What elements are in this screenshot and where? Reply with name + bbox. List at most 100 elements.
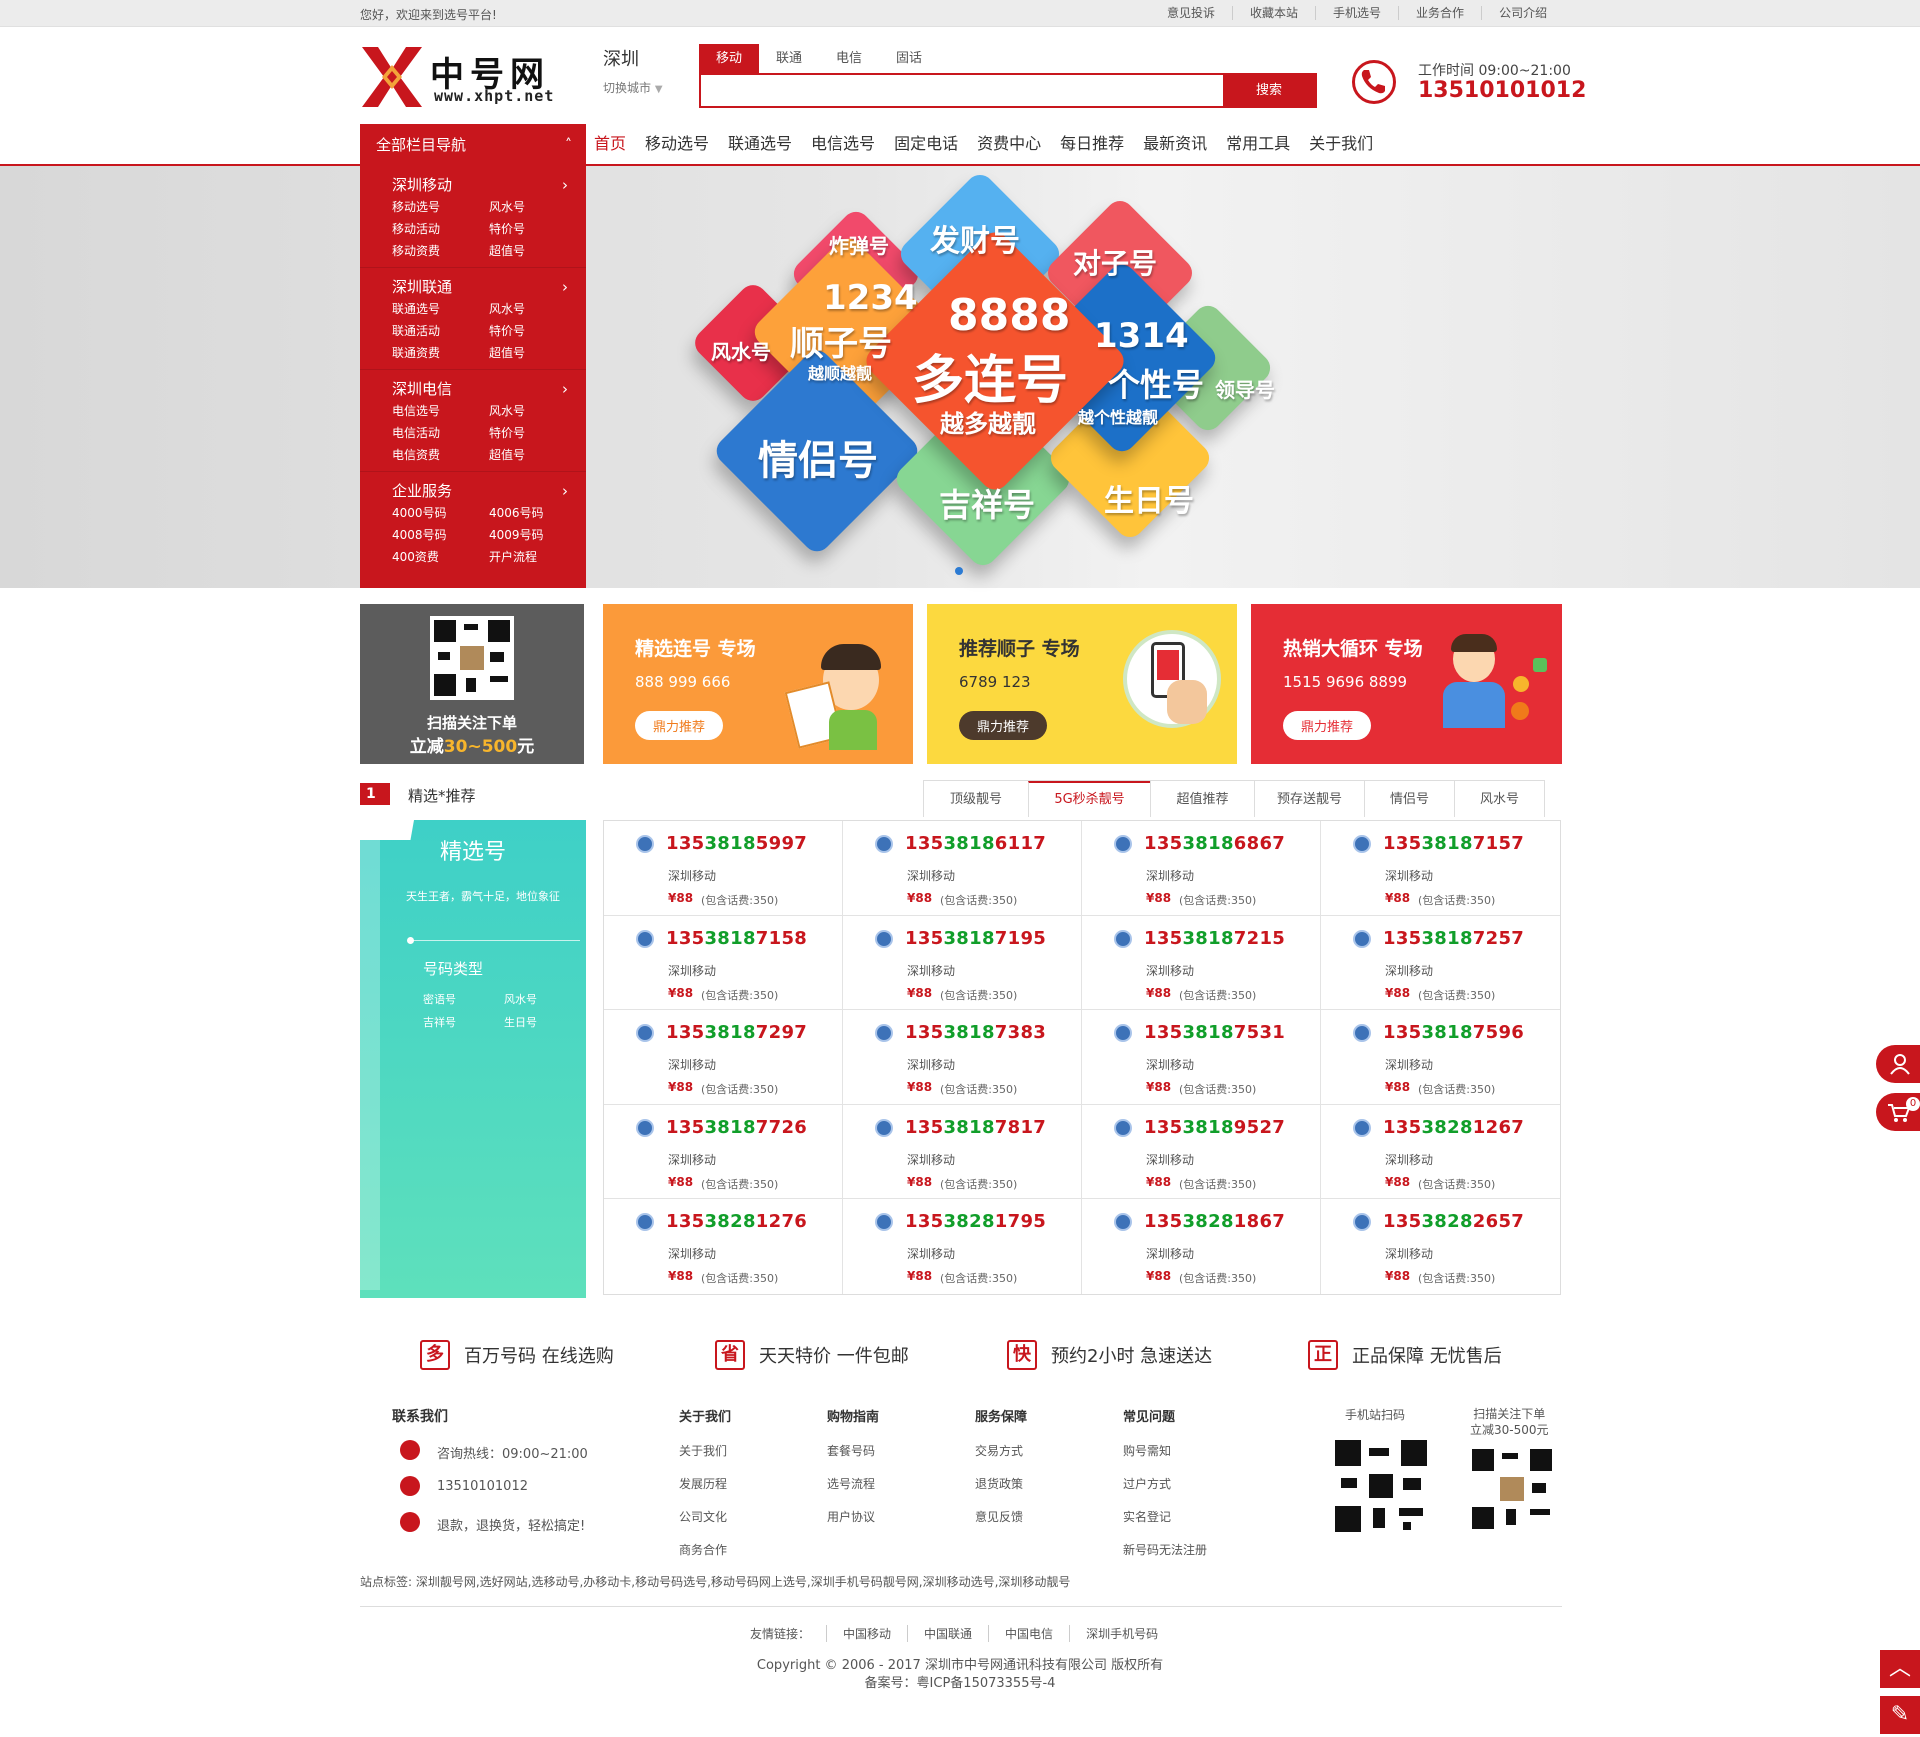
nav-home[interactable]: 首页 bbox=[594, 124, 626, 164]
promo-card-xunhuan[interactable]: 热销大循环 专场 1515 9696 8899 鼎力推荐 bbox=[1251, 604, 1562, 764]
nav-mobile[interactable]: 移动选号 bbox=[645, 124, 709, 164]
number-type-link[interactable]: 密语号 bbox=[423, 988, 504, 1011]
number-card[interactable]: 13538187215 深圳移动 ¥88 (包含话费:350) bbox=[1082, 915, 1321, 1011]
search-tab-mobile[interactable]: 移动 bbox=[699, 44, 759, 73]
carousel-dot[interactable] bbox=[955, 567, 963, 575]
category-link[interactable]: 超值号 bbox=[489, 240, 569, 262]
number-card[interactable]: 13538281795 深圳移动 ¥88 (包含话费:350) bbox=[843, 1199, 1082, 1294]
number-card[interactable]: 13538281867 深圳移动 ¥88 (包含话费:350) bbox=[1082, 1199, 1321, 1294]
category-link[interactable]: 移动选号 bbox=[392, 196, 489, 218]
number-card[interactable]: 13538189527 深圳移动 ¥88 (包含话费:350) bbox=[1082, 1104, 1321, 1200]
footer-link[interactable]: 退货政策 bbox=[975, 1475, 1023, 1492]
footer-link[interactable]: 实名登记 bbox=[1123, 1508, 1171, 1525]
category-link[interactable]: 特价号 bbox=[489, 422, 569, 444]
tab-5g[interactable]: 5G秒杀靓号 bbox=[1028, 781, 1150, 817]
user-button[interactable] bbox=[1876, 1045, 1920, 1083]
promo-button[interactable]: 鼎力推荐 bbox=[1283, 711, 1372, 740]
category-link[interactable]: 4000号码 bbox=[392, 502, 489, 524]
friend-link[interactable]: 中国移动 bbox=[826, 1625, 907, 1642]
footer-link[interactable]: 选号流程 bbox=[827, 1475, 875, 1492]
number-card[interactable]: 13538187158 深圳移动 ¥88 (包含话费:350) bbox=[604, 915, 843, 1011]
number-card[interactable]: 13538187157 深圳移动 ¥88 (包含话费:350) bbox=[1321, 821, 1560, 916]
top-link-mobile[interactable]: 手机选号 bbox=[1315, 6, 1398, 20]
nav-daily[interactable]: 每日推荐 bbox=[1060, 124, 1124, 164]
number-card[interactable]: 13538187596 深圳移动 ¥88 (包含话费:350) bbox=[1321, 1010, 1560, 1105]
category-link[interactable]: 超值号 bbox=[489, 444, 569, 466]
number-card[interactable]: 13538186117 深圳移动 ¥88 (包含话费:350) bbox=[843, 821, 1082, 916]
nav-tariff[interactable]: 资费中心 bbox=[977, 124, 1041, 164]
promo-button[interactable]: 鼎力推荐 bbox=[635, 711, 724, 740]
all-categories-toggle[interactable]: 全部栏目导航 ˄ bbox=[360, 124, 586, 166]
footer-link[interactable]: 关于我们 bbox=[679, 1442, 727, 1459]
footer-link[interactable]: 购号需知 bbox=[1123, 1442, 1171, 1459]
nav-telecom[interactable]: 电信选号 bbox=[811, 124, 875, 164]
category-link[interactable]: 特价号 bbox=[489, 218, 569, 240]
tab-top[interactable]: 顶级靓号 bbox=[924, 781, 1028, 817]
number-card[interactable]: 13538282657 深圳移动 ¥88 (包含话费:350) bbox=[1321, 1199, 1560, 1294]
search-tab-unicom[interactable]: 联通 bbox=[759, 44, 819, 73]
promo-card-lianhao[interactable]: 精选连号 专场 888 999 666 鼎力推荐 bbox=[603, 604, 913, 764]
friend-link[interactable]: 中国联通 bbox=[907, 1625, 988, 1642]
category-link[interactable]: 移动资费 bbox=[392, 240, 489, 262]
feedback-button[interactable]: ✎ bbox=[1880, 1696, 1920, 1734]
nav-news[interactable]: 最新资讯 bbox=[1143, 124, 1207, 164]
number-card[interactable]: 13538187297 深圳移动 ¥88 (包含话费:350) bbox=[604, 1010, 843, 1105]
footer-link[interactable]: 商务合作 bbox=[679, 1541, 727, 1558]
footer-link[interactable]: 意见反馈 bbox=[975, 1508, 1023, 1525]
top-link-bookmark[interactable]: 收藏本站 bbox=[1232, 6, 1315, 20]
category-link[interactable]: 超值号 bbox=[489, 342, 569, 364]
number-card[interactable]: 13538185997 深圳移动 ¥88 (包含话费:350) bbox=[604, 821, 843, 916]
category-link[interactable]: 400资费 bbox=[392, 546, 489, 568]
category-link[interactable]: 风水号 bbox=[489, 400, 569, 422]
category-link[interactable]: 4009号码 bbox=[489, 524, 569, 546]
nav-tools[interactable]: 常用工具 bbox=[1226, 124, 1290, 164]
footer-link[interactable]: 交易方式 bbox=[975, 1442, 1023, 1459]
number-card[interactable]: 13538187257 深圳移动 ¥88 (包含话费:350) bbox=[1321, 916, 1560, 1011]
category-link[interactable]: 开户流程 bbox=[489, 546, 569, 568]
footer-link[interactable]: 公司文化 bbox=[679, 1508, 727, 1525]
category-title[interactable]: 企业服务 bbox=[392, 480, 586, 502]
category-link[interactable]: 特价号 bbox=[489, 320, 569, 342]
top-link-about[interactable]: 公司介绍 bbox=[1481, 6, 1564, 20]
number-card[interactable]: 13538187383 深圳移动 ¥88 (包含话费:350) bbox=[843, 1010, 1082, 1105]
category-link[interactable]: 电信资费 bbox=[392, 444, 489, 466]
footer-link[interactable]: 新号码无法注册 bbox=[1123, 1541, 1207, 1558]
nav-landline[interactable]: 固定电话 bbox=[894, 124, 958, 164]
category-link[interactable]: 电信选号 bbox=[392, 400, 489, 422]
category-link[interactable]: 联通选号 bbox=[392, 298, 489, 320]
promo-card-shunzi[interactable]: 推荐顺子 专场 6789 123 鼎力推荐 bbox=[927, 604, 1237, 764]
promo-button[interactable]: 鼎力推荐 bbox=[959, 711, 1048, 740]
nav-unicom[interactable]: 联通选号 bbox=[728, 124, 792, 164]
category-title[interactable]: 深圳移动 bbox=[392, 174, 586, 196]
category-title[interactable]: 深圳联通 bbox=[392, 276, 586, 298]
number-card[interactable]: 13538186867 深圳移动 ¥88 (包含话费:350) bbox=[1082, 821, 1321, 916]
number-type-link[interactable]: 生日号 bbox=[504, 1011, 574, 1034]
category-link[interactable]: 风水号 bbox=[489, 298, 569, 320]
city-switch[interactable]: 切换城市 ▼ bbox=[603, 79, 663, 96]
number-card[interactable]: 13538187817 深圳移动 ¥88 (包含话费:350) bbox=[843, 1104, 1082, 1200]
number-card[interactable]: 13538187726 深圳移动 ¥88 (包含话费:350) bbox=[604, 1104, 843, 1200]
category-link[interactable]: 联通资费 bbox=[392, 342, 489, 364]
friend-link[interactable]: 深圳手机号码 bbox=[1069, 1625, 1174, 1642]
number-card[interactable]: 13538187195 深圳移动 ¥88 (包含话费:350) bbox=[843, 915, 1082, 1011]
category-title[interactable]: 深圳电信 bbox=[392, 378, 586, 400]
back-to-top-button[interactable]: ︿ bbox=[1880, 1650, 1920, 1688]
search-tab-telecom[interactable]: 电信 bbox=[819, 44, 879, 73]
category-link[interactable]: 4006号码 bbox=[489, 502, 569, 524]
category-link[interactable]: 风水号 bbox=[489, 196, 569, 218]
tab-prestore[interactable]: 预存送靓号 bbox=[1254, 781, 1364, 817]
search-input[interactable] bbox=[701, 75, 1223, 106]
site-logo[interactable]: 中号网 www.xhpt.net bbox=[362, 47, 582, 107]
footer-link[interactable]: 过户方式 bbox=[1123, 1475, 1171, 1492]
search-button[interactable]: 搜索 bbox=[1223, 75, 1315, 106]
tab-couple[interactable]: 情侣号 bbox=[1364, 781, 1454, 817]
footer-link[interactable]: 发展历程 bbox=[679, 1475, 727, 1492]
category-link[interactable]: 电信活动 bbox=[392, 422, 489, 444]
category-link[interactable]: 移动活动 bbox=[392, 218, 489, 240]
footer-link[interactable]: 套餐号码 bbox=[827, 1442, 875, 1459]
category-link[interactable]: 4008号码 bbox=[392, 524, 489, 546]
hero-banner[interactable]: 炸弹号 发财号 对子号 1234 顺子号 越顺越靓 8888 多连号 越多越靓 … bbox=[0, 166, 1920, 588]
number-card[interactable]: 13538281276 深圳移动 ¥88 (包含话费:350) bbox=[604, 1199, 843, 1294]
top-link-business[interactable]: 业务合作 bbox=[1398, 6, 1481, 20]
category-link[interactable]: 联通活动 bbox=[392, 320, 489, 342]
